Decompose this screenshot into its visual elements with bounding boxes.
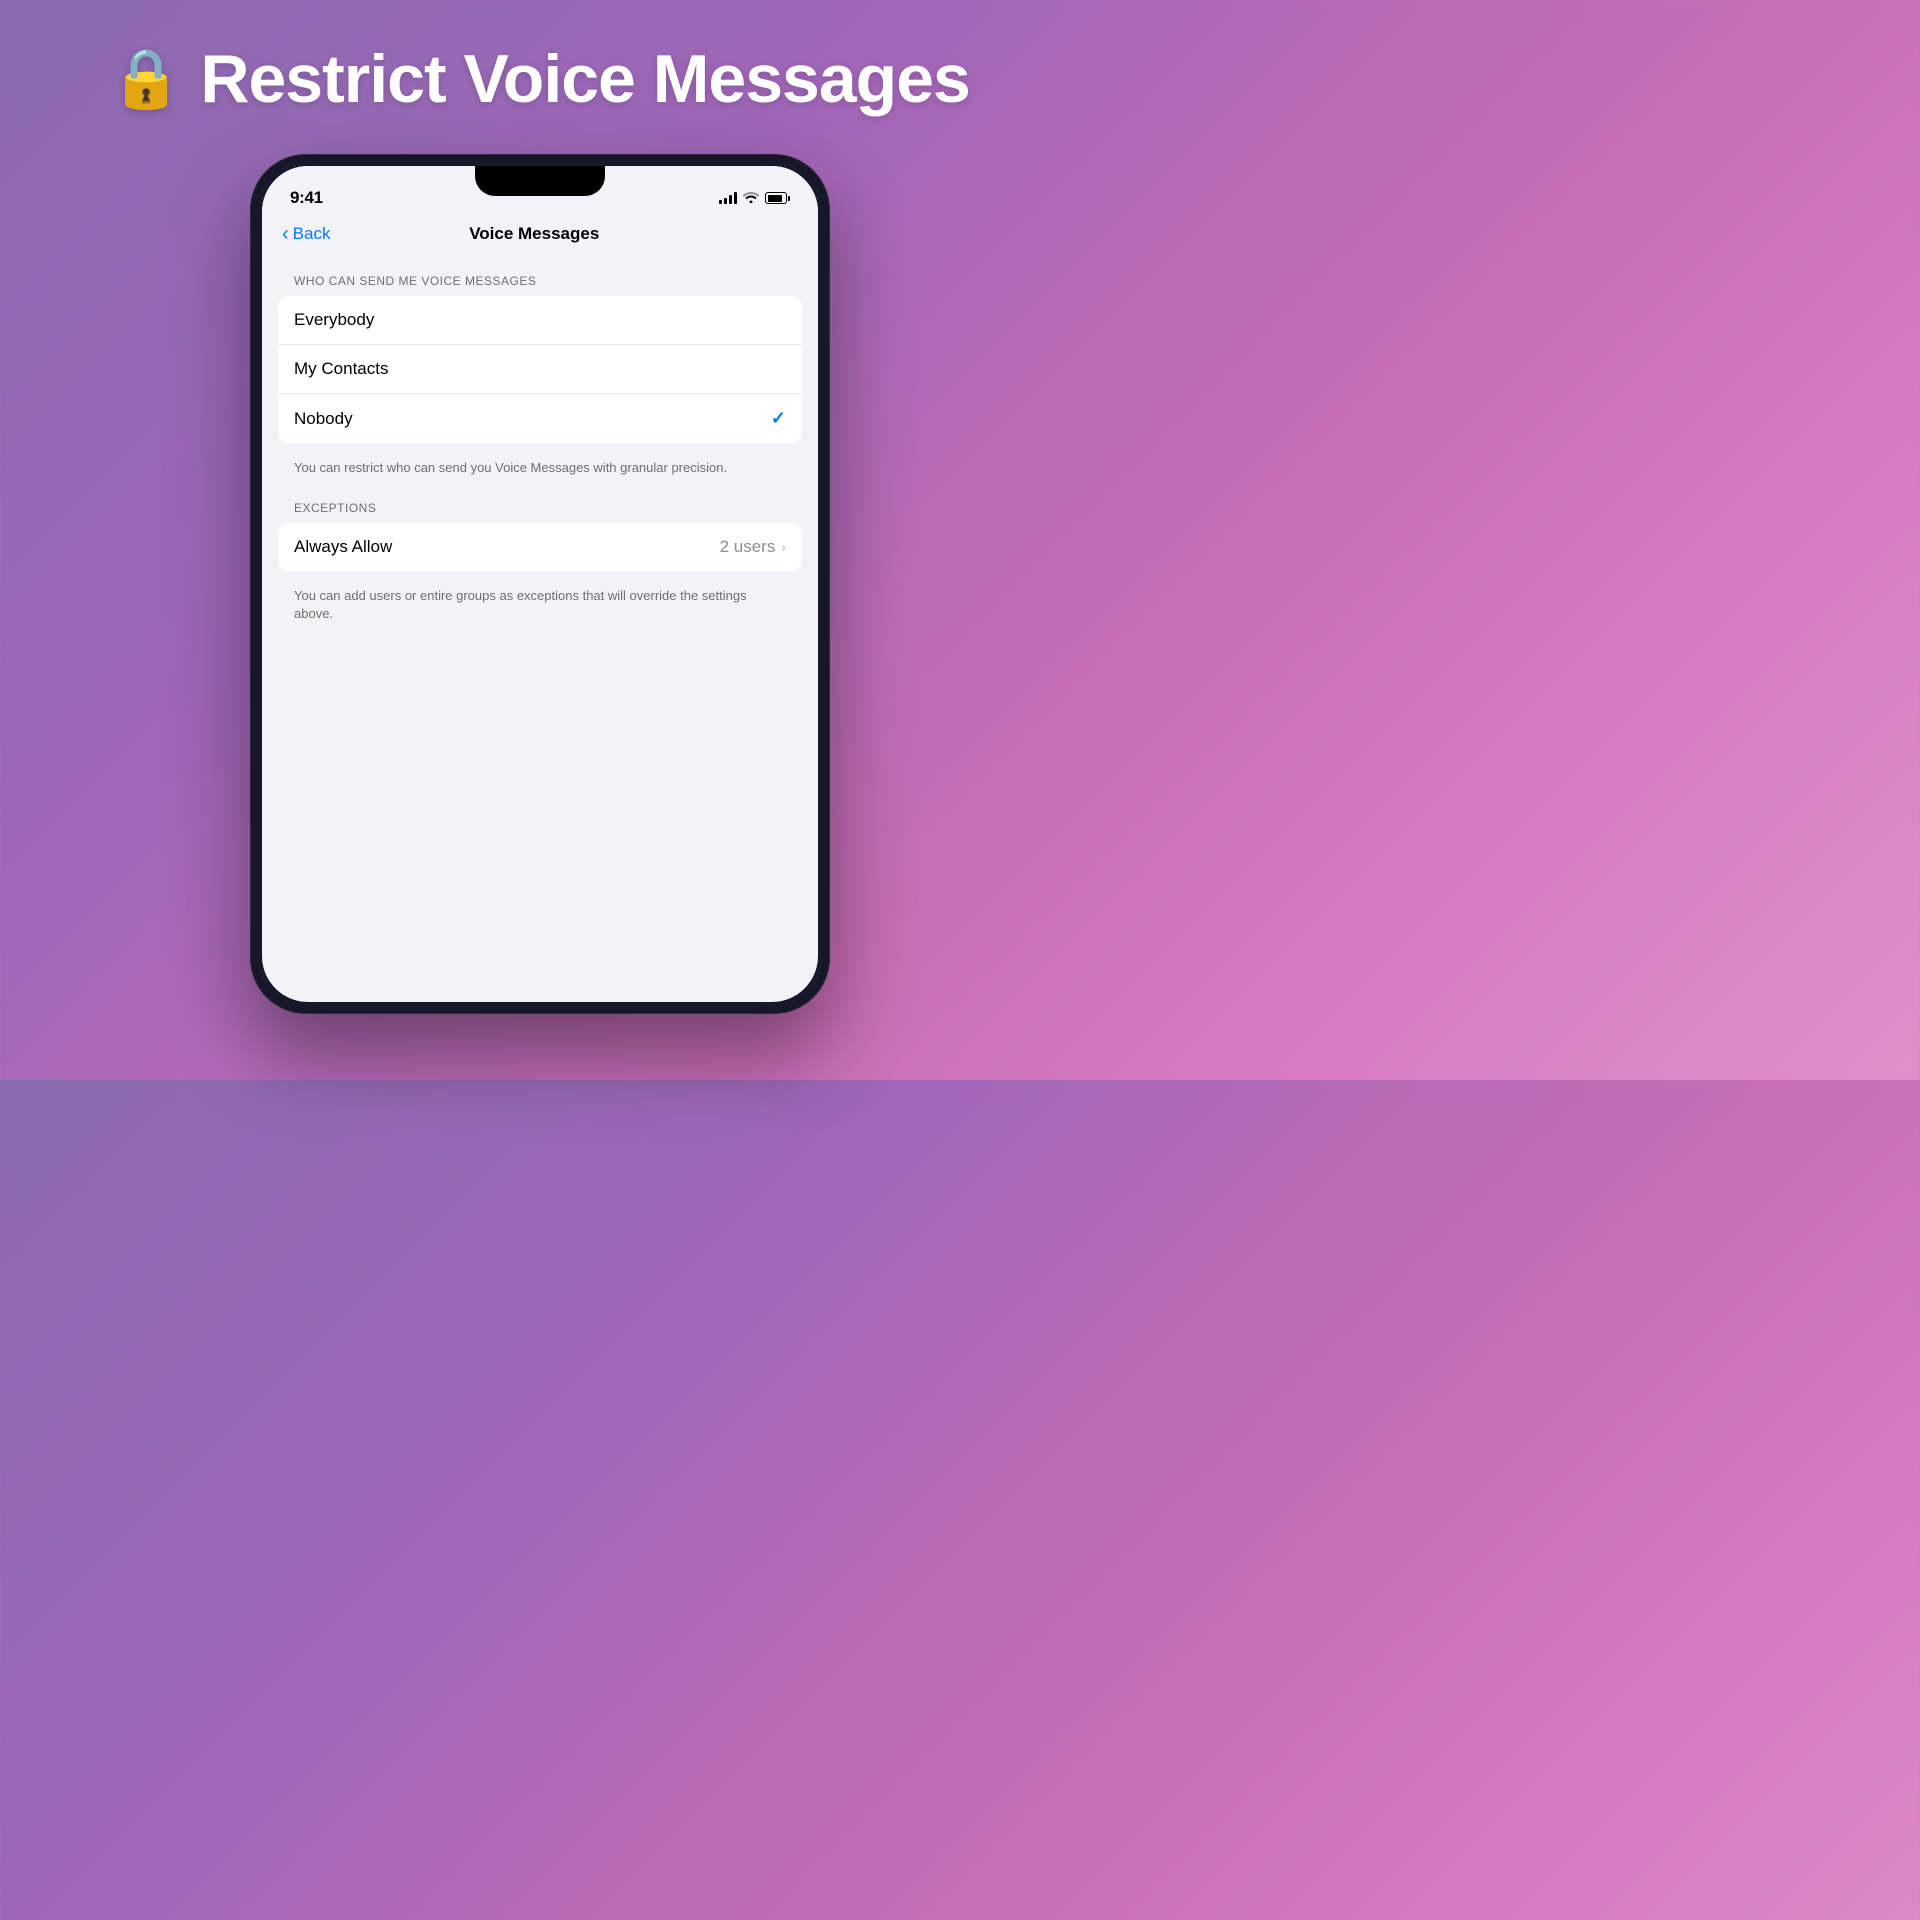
phone-frame: 9:41 [250, 154, 830, 1014]
everybody-row[interactable]: Everybody [278, 296, 802, 345]
who-section-footer: You can restrict who can send you Voice … [278, 451, 802, 497]
who-section-label: WHO CAN SEND ME VOICE MESSAGES [278, 274, 802, 288]
lock-icon: 🔒 [110, 45, 182, 113]
phone-screen: 9:41 [262, 166, 818, 1002]
exceptions-section-label: EXCEPTIONS [278, 501, 802, 515]
back-button[interactable]: ‹ Back [282, 224, 330, 244]
exceptions-settings-group: Always Allow 2 users › [278, 523, 802, 571]
always-allow-label: Always Allow [294, 537, 392, 557]
status-time: 9:41 [290, 188, 323, 208]
status-icons [719, 191, 790, 206]
back-chevron-icon: ‹ [282, 224, 289, 244]
always-allow-row-right: 2 users › [720, 537, 786, 557]
signal-bar-1 [719, 200, 722, 204]
page-title: Restrict Voice Messages [200, 40, 969, 118]
nobody-row-right: ✓ [771, 408, 786, 429]
battery-icon [765, 192, 790, 204]
signal-bar-2 [724, 198, 727, 204]
my-contacts-row[interactable]: My Contacts [278, 345, 802, 394]
content-area: WHO CAN SEND ME VOICE MESSAGES Everybody… [262, 254, 818, 664]
exceptions-section-footer: You can add users or entire groups as ex… [278, 579, 802, 643]
who-settings-group: Everybody My Contacts Nobody ✓ [278, 296, 802, 443]
nobody-label: Nobody [294, 409, 353, 429]
my-contacts-label: My Contacts [294, 359, 388, 379]
everybody-label: Everybody [294, 310, 374, 330]
always-allow-value: 2 users [720, 537, 776, 557]
nobody-row[interactable]: Nobody ✓ [278, 394, 802, 443]
page-header: 🔒 Restrict Voice Messages [20, 40, 1060, 118]
wifi-icon [743, 191, 759, 206]
notch [475, 166, 605, 196]
checkmark-icon: ✓ [771, 408, 786, 429]
exceptions-section: EXCEPTIONS Always Allow 2 users › You ca… [278, 501, 802, 643]
nav-bar: ‹ Back Voice Messages [262, 216, 818, 254]
nav-title: Voice Messages [330, 224, 738, 244]
chevron-right-icon: › [781, 539, 786, 555]
always-allow-row[interactable]: Always Allow 2 users › [278, 523, 802, 571]
signal-bar-3 [729, 195, 732, 204]
back-label[interactable]: Back [293, 224, 331, 244]
signal-bars-icon [719, 192, 737, 204]
signal-bar-4 [734, 192, 737, 204]
